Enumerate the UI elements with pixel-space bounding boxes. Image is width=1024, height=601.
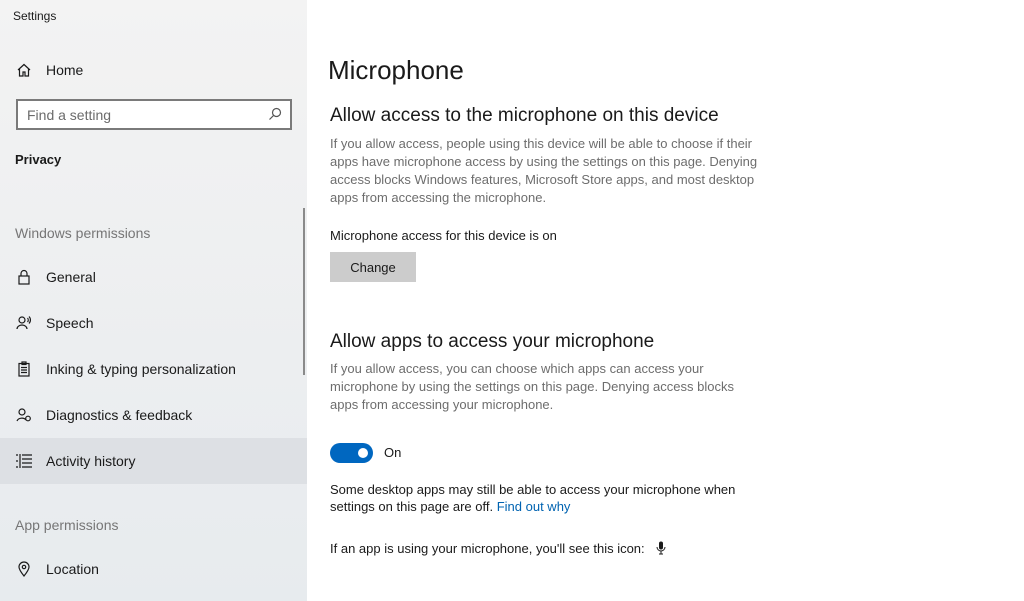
search-icon[interactable]	[268, 107, 282, 126]
activity-history-icon	[14, 451, 34, 471]
microphone-icon	[656, 541, 666, 559]
sidebar-item-label: Inking & typing personalization	[46, 361, 236, 377]
apps-access-description: If you allow access, you can choose whic…	[330, 361, 734, 412]
sidebar-item-label: Location	[46, 561, 99, 577]
sidebar-item-label: Diagnostics & feedback	[46, 407, 193, 423]
sidebar-item-inking-typing[interactable]: Inking & typing personalization	[0, 346, 307, 392]
sidebar-item-general[interactable]: General	[0, 254, 307, 300]
lock-icon	[14, 267, 34, 287]
window-title: Settings	[13, 9, 57, 23]
section-title-privacy: Privacy	[15, 152, 62, 167]
sidebar: Settings Home Privacy Windows permission…	[0, 0, 307, 601]
device-access-heading: Allow access to the microphone on this d…	[330, 105, 719, 126]
toggle-state-label: On	[384, 445, 402, 460]
find-out-why-link[interactable]: Find out why	[497, 499, 571, 514]
location-icon	[14, 559, 34, 579]
desktop-apps-note: Some desktop apps may still be able to a…	[330, 481, 760, 515]
page-title: Microphone	[328, 55, 464, 85]
sidebar-item-label: General	[46, 269, 96, 285]
clipboard-icon	[14, 359, 34, 379]
sidebar-item-label: Home	[46, 62, 84, 78]
main-content: Microphone Allow access to the microphon…	[307, 0, 1024, 601]
mic-icon-note: If an app is using your microphone, you'…	[330, 540, 666, 559]
sidebar-item-home[interactable]: Home	[0, 47, 307, 93]
sidebar-scrollbar[interactable]	[303, 208, 305, 375]
sidebar-item-activity-history[interactable]: Activity history	[0, 438, 307, 484]
speech-icon	[14, 313, 34, 333]
diagnostics-icon	[14, 405, 34, 425]
apps-access-heading: Allow apps to access your microphone	[330, 331, 655, 352]
search-input[interactable]	[27, 106, 257, 123]
change-button[interactable]: Change	[330, 252, 416, 282]
sidebar-item-location[interactable]: Location	[0, 546, 307, 592]
search-box[interactable]	[16, 99, 292, 130]
sidebar-item-label: Speech	[46, 315, 94, 331]
sidebar-item-speech[interactable]: Speech	[0, 300, 307, 346]
mic-icon-note-text: If an app is using your microphone, you'…	[330, 541, 645, 556]
sidebar-item-label: Activity history	[46, 453, 136, 469]
apps-access-toggle[interactable]	[330, 443, 373, 463]
category-header-app-permissions: App permissions	[15, 517, 119, 533]
toggle-knob	[358, 448, 368, 458]
home-icon	[14, 60, 34, 80]
category-header-windows-permissions: Windows permissions	[15, 225, 151, 241]
sidebar-item-diagnostics[interactable]: Diagnostics & feedback	[0, 392, 307, 438]
device-access-description: If you allow access, people using this d…	[330, 136, 758, 205]
device-access-status: Microphone access for this device is on	[330, 228, 557, 243]
